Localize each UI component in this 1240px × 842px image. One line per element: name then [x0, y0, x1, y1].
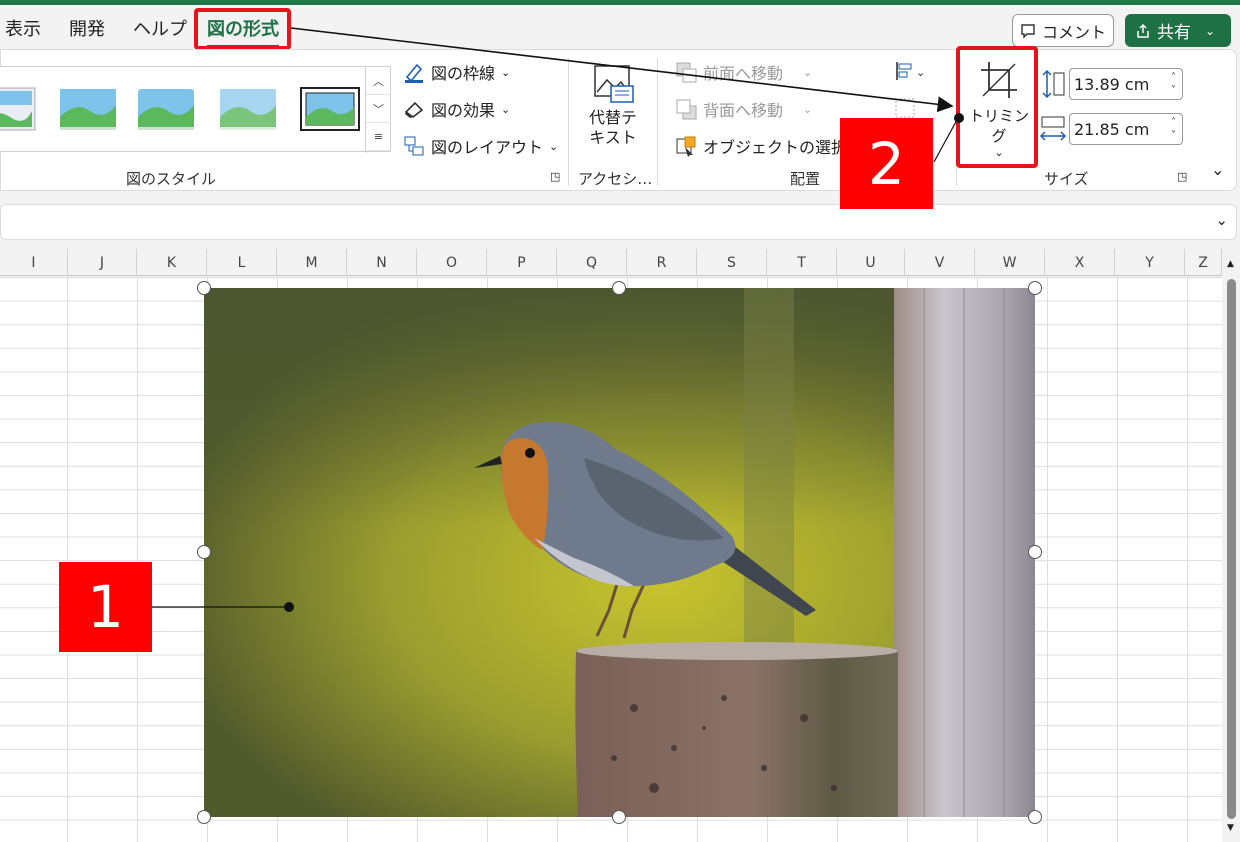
callout-2-leader — [933, 117, 959, 163]
callout-1-dot — [284, 602, 294, 612]
callout-2: 2 — [840, 118, 933, 209]
callout-1: 1 — [59, 562, 152, 652]
annotation-overlay — [152, 27, 964, 612]
annotation-arrow — [290, 27, 954, 113]
callout-2-dot — [954, 113, 964, 123]
